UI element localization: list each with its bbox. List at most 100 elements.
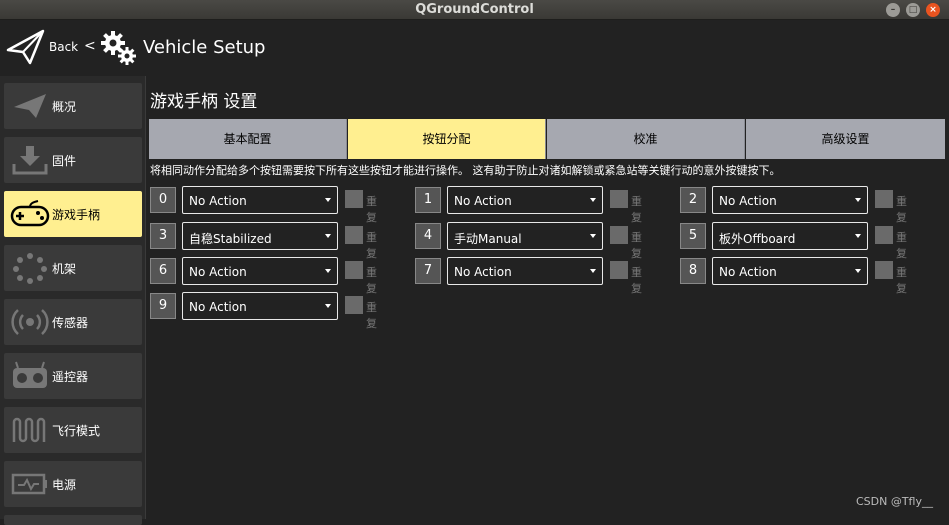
tab-calibration[interactable]: 校准	[547, 119, 745, 159]
repeat-checkbox[interactable]	[345, 296, 363, 314]
tab-button-assignment[interactable]: 按钮分配	[348, 119, 546, 159]
repeat-label: 重复	[366, 231, 377, 260]
action-dropdown[interactable]: 板外Offboard	[712, 222, 868, 250]
sidebar-item-joystick[interactable]: 游戏手柄	[4, 191, 142, 237]
sidebar-item-firmware[interactable]: 固件	[4, 137, 142, 183]
action-value: 板外Offboard	[719, 232, 796, 246]
sidebar-item-flight-modes[interactable]: 飞行模式	[4, 407, 142, 453]
repeat-label: 重复	[631, 231, 642, 260]
sidebar-item-label: 游戏手柄	[52, 208, 101, 222]
button-index: 7	[415, 258, 441, 284]
back-button[interactable]: Back	[49, 40, 78, 54]
section-title: 游戏手柄 设置	[150, 92, 258, 112]
toolbar: Back < Vehicle Setup	[0, 20, 949, 76]
repeat-checkbox[interactable]	[610, 190, 628, 208]
button-index: 6	[150, 258, 176, 284]
tab-bar: 基本配置 按钮分配 校准 高级设置	[149, 119, 945, 159]
action-value: 自稳Stabilized	[189, 232, 272, 246]
tab-basic[interactable]: 基本配置	[149, 119, 347, 159]
action-dropdown[interactable]: No Action	[447, 186, 603, 214]
button-index: 3	[150, 223, 176, 249]
repeat-checkbox[interactable]	[345, 190, 363, 208]
chevron-down-icon	[325, 234, 331, 238]
chevron-down-icon	[590, 198, 596, 202]
battery-icon	[11, 473, 47, 495]
download-icon	[12, 146, 48, 175]
action-dropdown[interactable]: 手动Manual	[447, 222, 603, 250]
action-dropdown[interactable]: No Action	[712, 257, 868, 285]
chevron-left-icon: <	[84, 38, 96, 54]
repeat-checkbox[interactable]	[610, 226, 628, 244]
action-value: No Action	[189, 300, 247, 314]
repeat-checkbox[interactable]	[875, 261, 893, 279]
chevron-down-icon	[325, 198, 331, 202]
rc-transmitter-icon	[13, 361, 47, 388]
page-title: Vehicle Setup	[143, 37, 266, 58]
repeat-checkbox[interactable]	[345, 226, 363, 244]
wave-icon	[12, 417, 46, 443]
repeat-checkbox[interactable]	[875, 226, 893, 244]
sidebar-item-radio[interactable]: 遥控器	[4, 353, 142, 399]
button-index: 5	[680, 223, 706, 249]
sidebar-item-more[interactable]	[4, 515, 142, 525]
button-index: 2	[680, 187, 706, 213]
sidebar-item-label: 电源	[52, 478, 77, 492]
repeat-checkbox[interactable]	[875, 190, 893, 208]
repeat-label: 重复	[631, 266, 642, 295]
minimize-button[interactable]: –	[886, 3, 900, 17]
assignment-hint: 将相同动作分配给多个按钮需要按下所有这些按钮才能进行操作。 这有助于防止对诸如解…	[150, 164, 781, 177]
chevron-down-icon	[855, 269, 861, 273]
chevron-down-icon	[325, 269, 331, 273]
sidebar-item-sensors[interactable]: 传感器	[4, 299, 142, 345]
button-index: 9	[150, 293, 176, 319]
window-title: QGroundControl	[415, 2, 534, 17]
action-value: 手动Manual	[454, 232, 522, 246]
action-dropdown[interactable]: No Action	[182, 292, 338, 320]
chevron-down-icon	[855, 198, 861, 202]
repeat-label: 重复	[896, 195, 907, 224]
action-dropdown[interactable]: No Action	[182, 257, 338, 285]
action-value: No Action	[454, 194, 512, 208]
dots-circle-icon	[13, 253, 47, 284]
chevron-down-icon	[590, 269, 596, 273]
repeat-label: 重复	[366, 195, 377, 224]
plane-icon	[14, 94, 46, 118]
repeat-checkbox[interactable]	[345, 261, 363, 279]
sidebar-item-label: 飞行模式	[52, 424, 101, 438]
action-dropdown[interactable]: No Action	[182, 186, 338, 214]
sidebar-item-label: 机架	[52, 262, 77, 276]
action-value: No Action	[719, 265, 777, 279]
paper-plane-icon[interactable]	[6, 28, 46, 66]
action-value: No Action	[454, 265, 512, 279]
repeat-checkbox[interactable]	[610, 261, 628, 279]
repeat-label: 重复	[896, 266, 907, 295]
action-dropdown[interactable]: No Action	[447, 257, 603, 285]
sidebar-item-label: 概况	[52, 100, 77, 114]
gamepad-icon	[10, 200, 50, 227]
window-titlebar: QGroundControl – □ ×	[0, 0, 949, 20]
gears-icon	[101, 31, 136, 65]
close-button[interactable]: ×	[926, 3, 940, 17]
action-dropdown[interactable]: No Action	[712, 186, 868, 214]
button-index: 0	[150, 187, 176, 213]
sidebar-item-label: 传感器	[52, 316, 89, 330]
sidebar-item-power[interactable]: 电源	[4, 461, 142, 507]
action-dropdown[interactable]: 自稳Stabilized	[182, 222, 338, 250]
chevron-down-icon	[590, 234, 596, 238]
maximize-button[interactable]: □	[906, 3, 920, 17]
chevron-down-icon	[325, 304, 331, 308]
sidebar-item-airframe[interactable]: 机架	[4, 245, 142, 291]
action-value: No Action	[189, 265, 247, 279]
chevron-down-icon	[855, 234, 861, 238]
repeat-label: 重复	[366, 301, 377, 330]
repeat-label: 重复	[366, 266, 377, 295]
action-value: No Action	[719, 194, 777, 208]
sidebar-item-summary[interactable]: 概况	[4, 83, 142, 129]
button-index: 8	[680, 258, 706, 284]
repeat-label: 重复	[896, 231, 907, 260]
sidebar-item-label: 遥控器	[52, 370, 89, 384]
radio-waves-icon	[11, 309, 49, 335]
sidebar: 概况 固件 游戏手柄 机架 传感器 遥控器 飞行模式 电源	[0, 76, 146, 525]
tab-advanced[interactable]: 高级设置	[746, 119, 945, 159]
action-value: No Action	[189, 194, 247, 208]
